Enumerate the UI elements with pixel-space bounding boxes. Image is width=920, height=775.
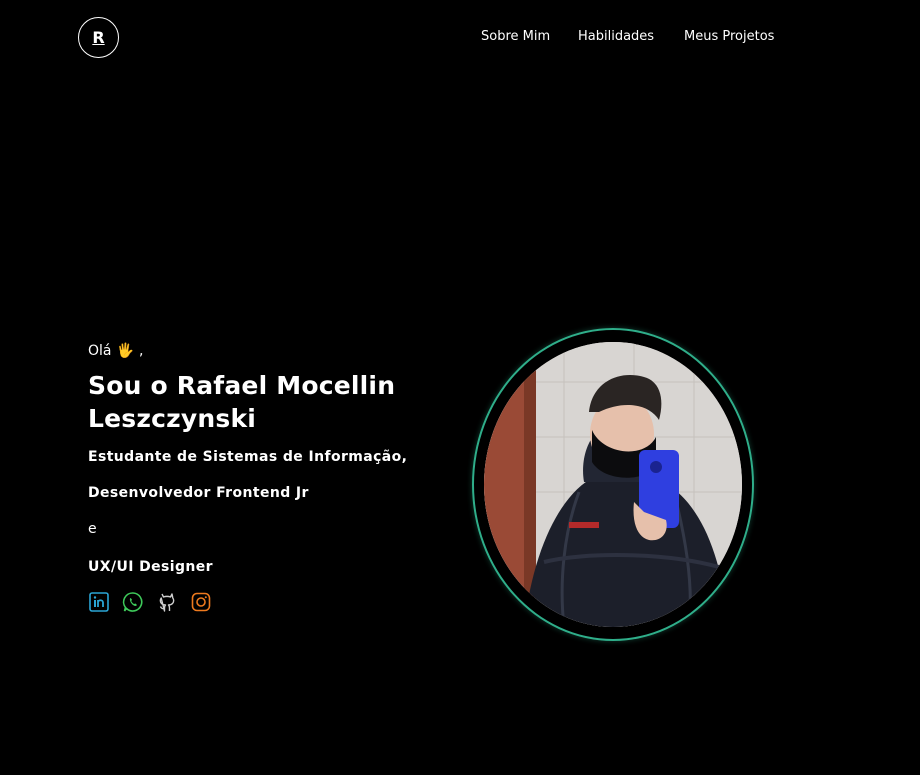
profile-photo-frame <box>472 328 754 641</box>
social-links <box>88 591 448 613</box>
linkedin-icon[interactable] <box>88 591 110 613</box>
github-icon[interactable] <box>156 591 178 613</box>
logo-button[interactable]: R <box>78 17 119 58</box>
greeting: Olá 🖐 , <box>88 343 448 359</box>
greeting-suffix: , <box>138 343 144 359</box>
instagram-icon[interactable] <box>190 591 212 613</box>
nav-link-habilidades[interactable]: Habilidades <box>578 29 654 44</box>
whatsapp-icon[interactable] <box>122 591 144 613</box>
role-conjunction: e <box>88 521 97 537</box>
logo-letter: R <box>92 28 105 47</box>
role-student: Estudante de Sistemas de Informação, <box>88 449 408 465</box>
nav-link-sobre-mim[interactable]: Sobre Mim <box>481 29 550 44</box>
hero-section: Olá 🖐 , Sou o Rafael Mocellin Leszczynsk… <box>88 343 448 613</box>
hero-name: Sou o Rafael Mocellin Leszczynski <box>88 371 396 433</box>
waving-hand-icon: 🖐 <box>116 343 134 359</box>
role-developer: Desenvolvedor Frontend Jr <box>88 485 309 501</box>
role-designer: UX/UI Designer <box>88 559 213 575</box>
greeting-text: Olá <box>88 343 112 359</box>
profile-photo <box>484 342 742 627</box>
nav-link-meus-projetos[interactable]: Meus Projetos <box>684 29 774 44</box>
